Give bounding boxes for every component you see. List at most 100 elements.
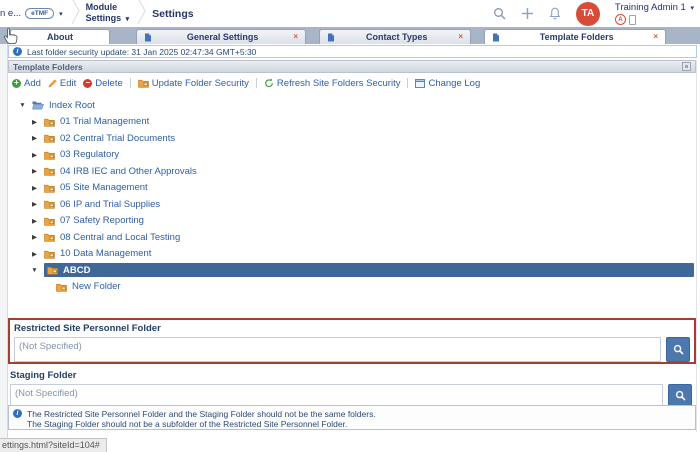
edit-button[interactable]: Edit	[48, 78, 76, 89]
locked-folder-icon	[47, 265, 58, 275]
security-update-banner: Last folder security update: 31 Jan 2025…	[8, 45, 697, 58]
mobile-device-icon	[629, 15, 636, 25]
tab-label: Contact Types	[339, 32, 454, 42]
restricted-folder-value[interactable]: (Not Specified)	[14, 337, 661, 362]
delete-label: Delete	[95, 78, 122, 89]
breadcrumb-separator-icon	[71, 0, 80, 29]
tree-item-label: New Folder	[72, 281, 121, 292]
toolbar-separator	[130, 78, 131, 88]
update-folder-security-label: Update Folder Security	[152, 78, 249, 89]
edit-pencil-icon	[48, 79, 57, 88]
chevron-right-icon[interactable]	[30, 184, 39, 192]
tab-about[interactable]: About	[10, 29, 110, 44]
tree-item[interactable]: 03 Regulatory	[8, 147, 696, 164]
locked-folder-icon	[44, 166, 55, 176]
change-log-button[interactable]: Change Log	[415, 78, 480, 89]
chevron-right-icon[interactable]	[30, 134, 39, 142]
locked-folder-icon	[44, 232, 55, 242]
mouse-cursor-icon	[2, 28, 18, 51]
tab-close-icon[interactable]	[653, 33, 658, 41]
security-update-text: Last folder security update: 31 Jan 2025…	[27, 47, 256, 57]
add-plus-icon[interactable]	[521, 7, 534, 20]
folder-security-icon	[138, 78, 149, 88]
tree-item-list: 01 Trial Management 02 Central Trial Doc…	[8, 114, 696, 263]
restricted-folder-section: Restricted Site Personnel Folder (Not Sp…	[8, 318, 696, 364]
header-actions: TA Training Admin 1 ▾ A	[493, 2, 700, 26]
collapse-panel-icon[interactable]	[682, 62, 691, 71]
add-label: Add	[24, 78, 41, 89]
tree-item[interactable]: 08 Central and Local Testing	[8, 229, 696, 246]
tab-general-settings[interactable]: General Settings	[136, 29, 306, 44]
tree-item-label: ABCD	[63, 265, 90, 276]
chevron-down-icon[interactable]	[30, 267, 39, 274]
tree-item-index-root[interactable]: Index Root	[8, 97, 696, 114]
user-name: Training Admin 1	[615, 2, 686, 13]
chevron-right-icon[interactable]	[30, 167, 39, 175]
user-name-row: Training Admin 1 ▾	[615, 2, 696, 13]
locked-folder-icon	[44, 199, 55, 209]
admin-role-icon: A	[615, 14, 626, 25]
tab-label: General Settings	[156, 32, 289, 42]
chevron-right-icon[interactable]	[30, 151, 39, 159]
tab-label: Template Folders	[504, 32, 649, 42]
chevron-right-icon[interactable]	[30, 200, 39, 208]
chevron-down-icon[interactable]: ▾	[126, 16, 130, 23]
restricted-folder-row: (Not Specified)	[14, 337, 690, 362]
tab-bar: About General Settings Contact Types Tem…	[0, 27, 700, 44]
chevron-right-icon[interactable]	[30, 233, 39, 241]
folders-toolbar: Add Edit Delete Update Folder Security R…	[8, 73, 696, 93]
tree-item-child[interactable]: New Folder	[8, 279, 696, 296]
tree-item[interactable]: 02 Central Trial Documents	[8, 130, 696, 147]
tab-close-icon[interactable]	[458, 33, 463, 41]
add-button[interactable]: Add	[12, 78, 41, 89]
refresh-site-folders-security-label: Refresh Site Folders Security	[277, 78, 401, 89]
tree-item-selected[interactable]: ABCD	[8, 262, 696, 279]
staging-folder-label: Staging Folder	[10, 370, 692, 381]
breadcrumb-truncated[interactable]: n e...	[0, 8, 21, 19]
tab-contact-types[interactable]: Contact Types	[319, 29, 471, 44]
chevron-down-icon[interactable]	[18, 102, 27, 109]
selected-row-highlight[interactable]: ABCD	[44, 263, 694, 277]
tab-template-folders[interactable]: Template Folders	[484, 29, 666, 44]
user-menu[interactable]: Training Admin 1 ▾ A	[615, 2, 696, 25]
restricted-folder-search-button[interactable]	[666, 337, 690, 362]
tree-item-label: Index Root	[49, 100, 95, 111]
chevron-down-icon[interactable]: ▾	[59, 10, 63, 18]
chevron-right-icon[interactable]	[30, 118, 39, 126]
refresh-icon	[264, 78, 274, 88]
locked-folder-icon	[56, 282, 67, 292]
refresh-site-folders-security-button[interactable]: Refresh Site Folders Security	[264, 78, 401, 89]
page-title: Settings	[152, 8, 193, 20]
delete-button[interactable]: Delete	[83, 78, 122, 89]
etmf-badge[interactable]: eTMF	[25, 8, 54, 19]
tree-item[interactable]: 07 Safety Reporting	[8, 213, 696, 230]
avatar[interactable]: TA	[576, 2, 600, 26]
tree-item-label: 02 Central Trial Documents	[60, 133, 175, 144]
folder-tree: Index Root 01 Trial Management 02 Centra…	[8, 93, 696, 295]
staging-folder-search-button[interactable]	[668, 384, 692, 407]
tree-item[interactable]: 04 IRB IEC and Other Approvals	[8, 163, 696, 180]
tree-item[interactable]: 01 Trial Management	[8, 114, 696, 131]
tree-item[interactable]: 10 Data Management	[8, 246, 696, 263]
staging-folder-value[interactable]: (Not Specified)	[10, 384, 663, 407]
document-icon	[144, 33, 152, 42]
bell-icon[interactable]	[549, 7, 561, 20]
locked-folder-icon	[44, 150, 55, 160]
restricted-folder-label: Restricted Site Personnel Folder	[14, 323, 690, 334]
update-folder-security-button[interactable]: Update Folder Security	[138, 78, 249, 89]
tree-item[interactable]: 05 Site Management	[8, 180, 696, 197]
locked-folder-icon	[44, 183, 55, 193]
locked-folder-icon	[44, 133, 55, 143]
breadcrumb-module-settings[interactable]: Module Settings ▾	[86, 2, 132, 25]
left-rail	[0, 44, 8, 452]
top-header: n e... eTMF ▾ Module Settings ▾ Settings	[0, 0, 700, 27]
chevron-right-icon[interactable]	[30, 217, 39, 225]
search-icon[interactable]	[493, 7, 506, 20]
tab-label: About	[18, 32, 102, 42]
tab-close-icon[interactable]	[293, 33, 298, 41]
tree-item[interactable]: 06 IP and Trial Supplies	[8, 196, 696, 213]
chevron-right-icon[interactable]	[30, 250, 39, 258]
tree-item-label: 03 Regulatory	[60, 149, 119, 160]
chevron-down-icon[interactable]: ▾	[690, 5, 694, 12]
note-lines: The Restricted Site Personnel Folder and…	[27, 409, 376, 429]
